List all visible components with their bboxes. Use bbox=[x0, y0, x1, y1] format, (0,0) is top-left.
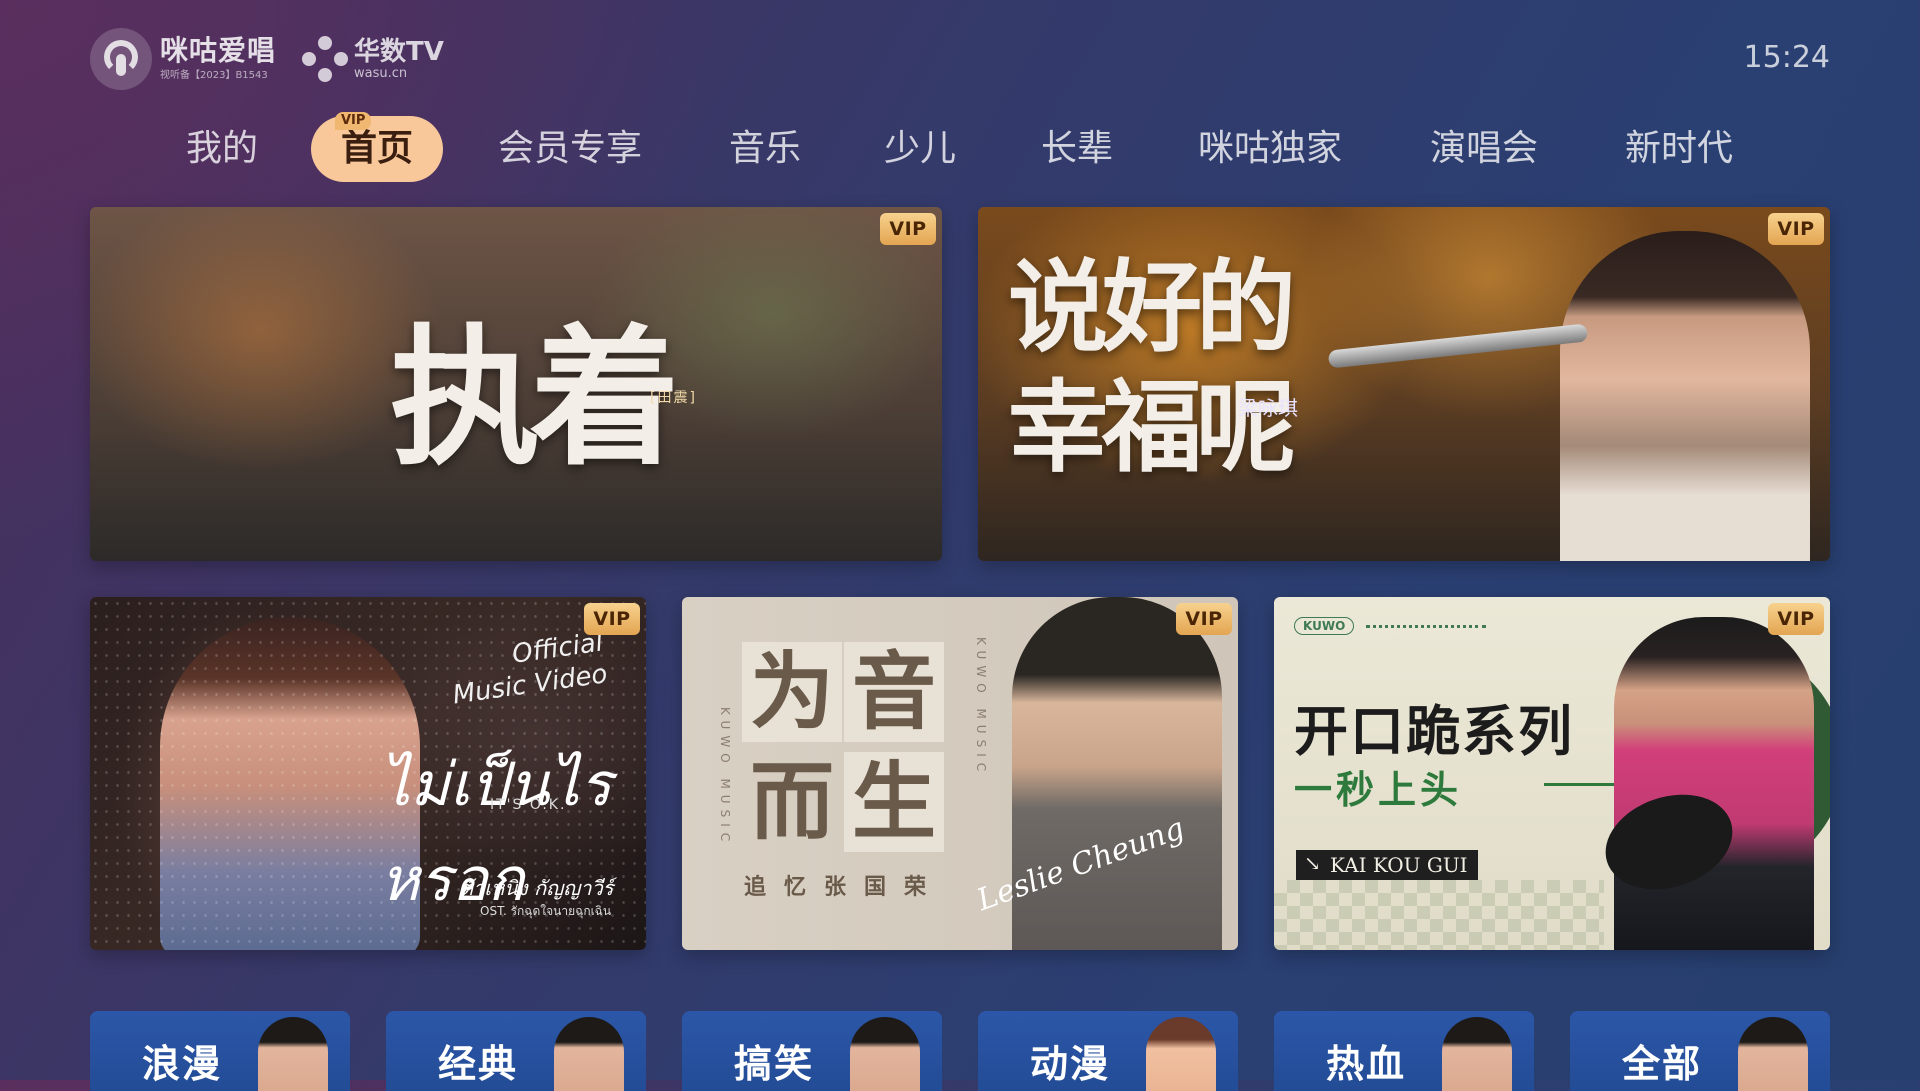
card-tag: KAI KOU GUI bbox=[1296, 850, 1478, 880]
category-all[interactable]: 全部 bbox=[1570, 1011, 1830, 1091]
category-classic[interactable]: 经典 bbox=[386, 1011, 646, 1091]
tab-home-label: 首页 bbox=[340, 128, 414, 169]
migu-brand: 咪咕爱唱 视听备【2023】B1543 bbox=[90, 28, 276, 90]
diamond-pattern bbox=[1274, 880, 1604, 950]
category-anime[interactable]: 动漫 bbox=[978, 1011, 1238, 1091]
card-subline: 一秒上头 bbox=[1294, 767, 1463, 812]
wasu-brand: 华数TV wasu.cn bbox=[302, 36, 444, 82]
tab-music-label: 音乐 bbox=[728, 128, 802, 169]
tab-migu-exclusive[interactable]: 咪咕独家 bbox=[1198, 116, 1342, 182]
side-text: KUWO MUSIC bbox=[718, 707, 732, 848]
side-text-2: KUWO MUSIC bbox=[974, 637, 988, 778]
mv-subtitle: IT'S O.K. bbox=[490, 797, 567, 813]
tab-elders[interactable]: 长辈 bbox=[1041, 116, 1113, 182]
tab-new-era-label: 新时代 bbox=[1624, 128, 1734, 169]
tab-member-label: 会员专享 bbox=[497, 128, 643, 169]
category-passion[interactable]: 热血 bbox=[1274, 1011, 1534, 1091]
divider bbox=[1366, 625, 1486, 628]
mv-credit: ต้าเหนิง กัญญาวีร์ bbox=[460, 876, 614, 900]
tab-new-era[interactable]: 新时代 bbox=[1625, 116, 1733, 182]
card-headline: 开口跪系列 bbox=[1294, 699, 1574, 763]
banner-zhizhuo[interactable]: 执着 [田震] VIP bbox=[90, 207, 942, 561]
tab-kids-label: 少儿 bbox=[883, 128, 957, 169]
banner-title: 执着 bbox=[390, 310, 680, 486]
banner-shuohaode-xingfune[interactable]: 说好的幸福呢 梁咏琪 VIP bbox=[978, 207, 1830, 561]
title-tile-4: 生 bbox=[844, 752, 944, 852]
banner-title: 说好的幸福呢 bbox=[1008, 248, 1296, 486]
title-tile-1: 为 bbox=[742, 642, 842, 742]
partner-domain: wasu.cn bbox=[354, 65, 408, 81]
card-thai-mv[interactable]: Official Music Video ไม่เป็นไรหรอก IT'S … bbox=[90, 597, 646, 950]
tab-mine[interactable]: 我的 bbox=[186, 116, 258, 182]
singer-image bbox=[1560, 231, 1810, 561]
microphone-icon bbox=[1327, 323, 1589, 369]
vip-badge: VIP bbox=[1176, 603, 1232, 635]
brand-text: 咪咕爱唱 视听备【2023】B1543 bbox=[160, 37, 276, 81]
brand-name: 咪咕爱唱 bbox=[160, 34, 277, 67]
vip-badge: VIP bbox=[1768, 603, 1824, 635]
category-romance[interactable]: 浪漫 bbox=[90, 1011, 350, 1091]
tab-migu-exclusive-label: 咪咕独家 bbox=[1197, 128, 1343, 169]
brand-license: 视听备【2023】B1543 bbox=[160, 70, 268, 81]
category-comedy[interactable]: 搞笑 bbox=[682, 1011, 942, 1091]
card-kaikougui[interactable]: KUWO 开口跪系列 一秒上头 KAI KOU GUI VIP bbox=[1274, 597, 1830, 950]
tab-concert[interactable]: 演唱会 bbox=[1430, 116, 1538, 182]
tab-kids[interactable]: 少儿 bbox=[884, 116, 956, 182]
clock: 15:24 bbox=[1743, 40, 1830, 75]
partner-text: 华数TV wasu.cn bbox=[354, 39, 444, 80]
vip-badge: VIP bbox=[584, 603, 640, 635]
mv-ost: OST. รักฉุดใจนายฉุกเฉิน bbox=[480, 904, 612, 918]
card-leslie-cheung[interactable]: KUWO MUSIC 为 音 而 生 追忆张国荣 KUWO MUSIC Lesl… bbox=[682, 597, 1238, 950]
vip-tag: VIP bbox=[334, 112, 372, 130]
headphone-logo-icon bbox=[90, 28, 152, 90]
kuwo-logo: KUWO bbox=[1294, 617, 1355, 635]
tab-home[interactable]: VIP 首页 bbox=[310, 112, 444, 182]
banner-artist: 梁咏琪 bbox=[1238, 396, 1298, 420]
vip-badge: VIP bbox=[880, 213, 936, 245]
tab-concert-label: 演唱会 bbox=[1429, 128, 1539, 169]
tab-mine-label: 我的 bbox=[185, 128, 259, 169]
singer-image bbox=[1012, 597, 1222, 950]
wasu-logo-icon bbox=[302, 36, 349, 82]
card-caption: 追忆张国荣 bbox=[744, 875, 945, 900]
singer-image bbox=[1614, 617, 1814, 950]
tab-music[interactable]: 音乐 bbox=[729, 116, 801, 182]
tab-member[interactable]: 会员专享 bbox=[498, 116, 642, 182]
vip-badge: VIP bbox=[1768, 213, 1824, 245]
tab-elders-label: 长辈 bbox=[1040, 128, 1114, 169]
title-tile-2: 音 bbox=[844, 642, 944, 742]
header-logos: 咪咕爱唱 视听备【2023】B1543 华数TV wasu.cn bbox=[90, 28, 444, 90]
banner-artist: [田震] bbox=[650, 390, 697, 406]
title-tile-3: 而 bbox=[749, 752, 834, 851]
partner-name: 华数TV bbox=[354, 36, 444, 67]
